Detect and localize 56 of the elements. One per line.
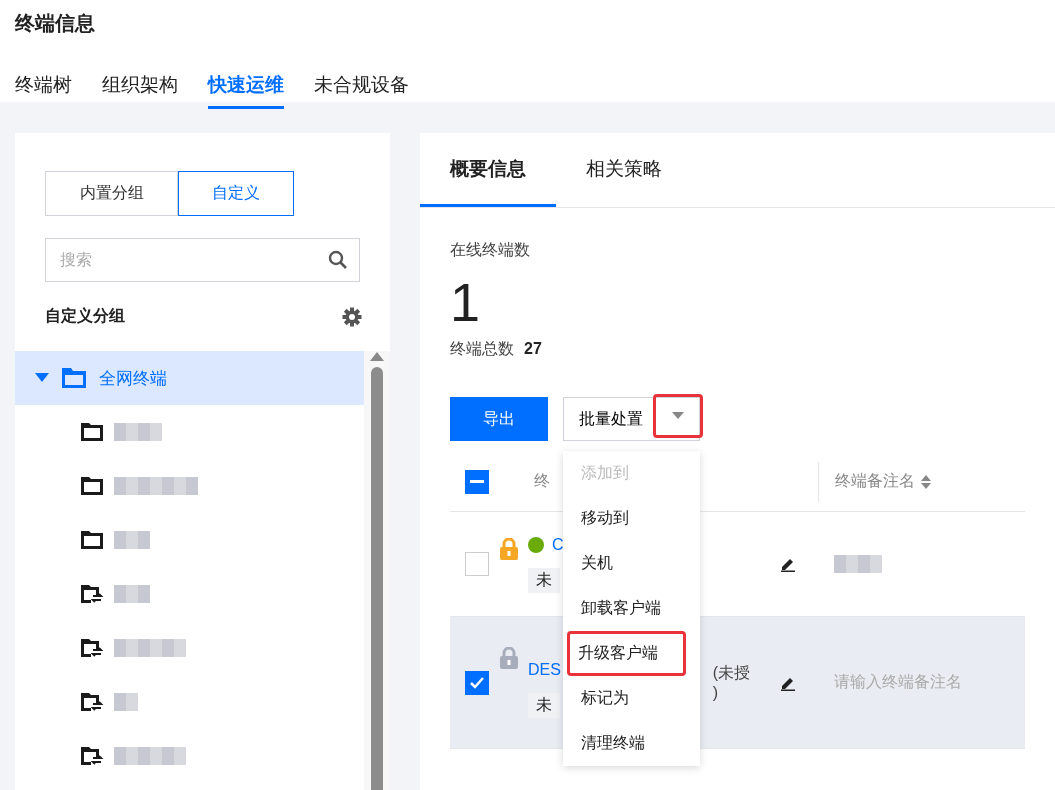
segment-button[interactable]: 内置分组 — [45, 171, 178, 216]
search-field[interactable]: 搜索 — [45, 238, 360, 282]
page-title: 终端信息 — [15, 11, 96, 36]
column-header[interactable]: 终端备注名 — [835, 471, 915, 492]
batch-dropdown[interactable]: 批量处置 — [563, 397, 700, 441]
device-name-link[interactable]: C — [552, 535, 564, 554]
redacted-label — [114, 639, 186, 657]
detail-tab[interactable]: 相关策略 — [556, 133, 692, 207]
auth-status: ) — [712, 684, 719, 702]
redacted-label — [114, 747, 186, 765]
menu-item[interactable]: 升级客户端 — [567, 631, 686, 676]
folder-icon — [80, 422, 104, 442]
folder-icon — [80, 530, 104, 550]
tree-item[interactable]: 全网终端 — [15, 351, 364, 405]
column-header: 终 — [533, 471, 550, 491]
checkbox[interactable] — [465, 670, 489, 695]
check-icon[interactable] — [470, 676, 484, 689]
settings-icon[interactable] — [342, 306, 362, 327]
auth-status: (未授 — [712, 663, 750, 683]
total-count: 27 — [524, 340, 542, 358]
online-label: 在线终端数 — [450, 240, 531, 260]
scrollbar-thumb[interactable] — [371, 367, 383, 790]
export-button[interactable]: 导出 — [450, 397, 548, 441]
online-count: 1 — [450, 271, 482, 333]
total-label: 终端总数 — [450, 339, 514, 359]
shared-folder-icon — [80, 692, 104, 712]
nav-tab[interactable]: 终端树 — [15, 72, 72, 109]
checkbox[interactable] — [465, 552, 489, 576]
search-icon[interactable] — [328, 250, 348, 270]
menu-item[interactable]: 标记为 — [563, 676, 700, 721]
sort-icon[interactable] — [921, 474, 931, 489]
shared-folder-icon — [80, 746, 104, 766]
caret-down-icon[interactable] — [672, 412, 684, 420]
redacted-label — [114, 531, 150, 549]
device-name-link[interactable]: DES — [528, 661, 561, 679]
redacted-label — [114, 693, 138, 711]
nav-tab[interactable]: 组织架构 — [102, 72, 178, 109]
shared-folder-icon — [80, 638, 104, 658]
folder-icon — [80, 476, 104, 496]
caret-down-icon[interactable] — [35, 373, 49, 383]
detail-tab[interactable]: 概要信息 — [420, 133, 556, 207]
redacted-label — [114, 423, 162, 441]
scroll-up-icon[interactable] — [370, 351, 384, 361]
status-tag: 未 — [528, 693, 560, 718]
menu-item[interactable]: 关机 — [563, 541, 700, 586]
shared-folder-icon — [80, 584, 104, 604]
nav-tab[interactable]: 快速运维 — [208, 72, 284, 109]
status-tag: 未 — [528, 567, 560, 593]
folder-icon — [61, 367, 87, 389]
redacted-label — [834, 555, 882, 573]
checkbox[interactable] — [465, 469, 489, 494]
segment-button[interactable]: 自定义 — [178, 171, 294, 216]
edit-icon[interactable] — [780, 556, 796, 572]
section-title: 自定义分组 — [45, 306, 125, 326]
nav-tab[interactable]: 未合规设备 — [314, 72, 409, 109]
redacted-label — [114, 585, 150, 603]
